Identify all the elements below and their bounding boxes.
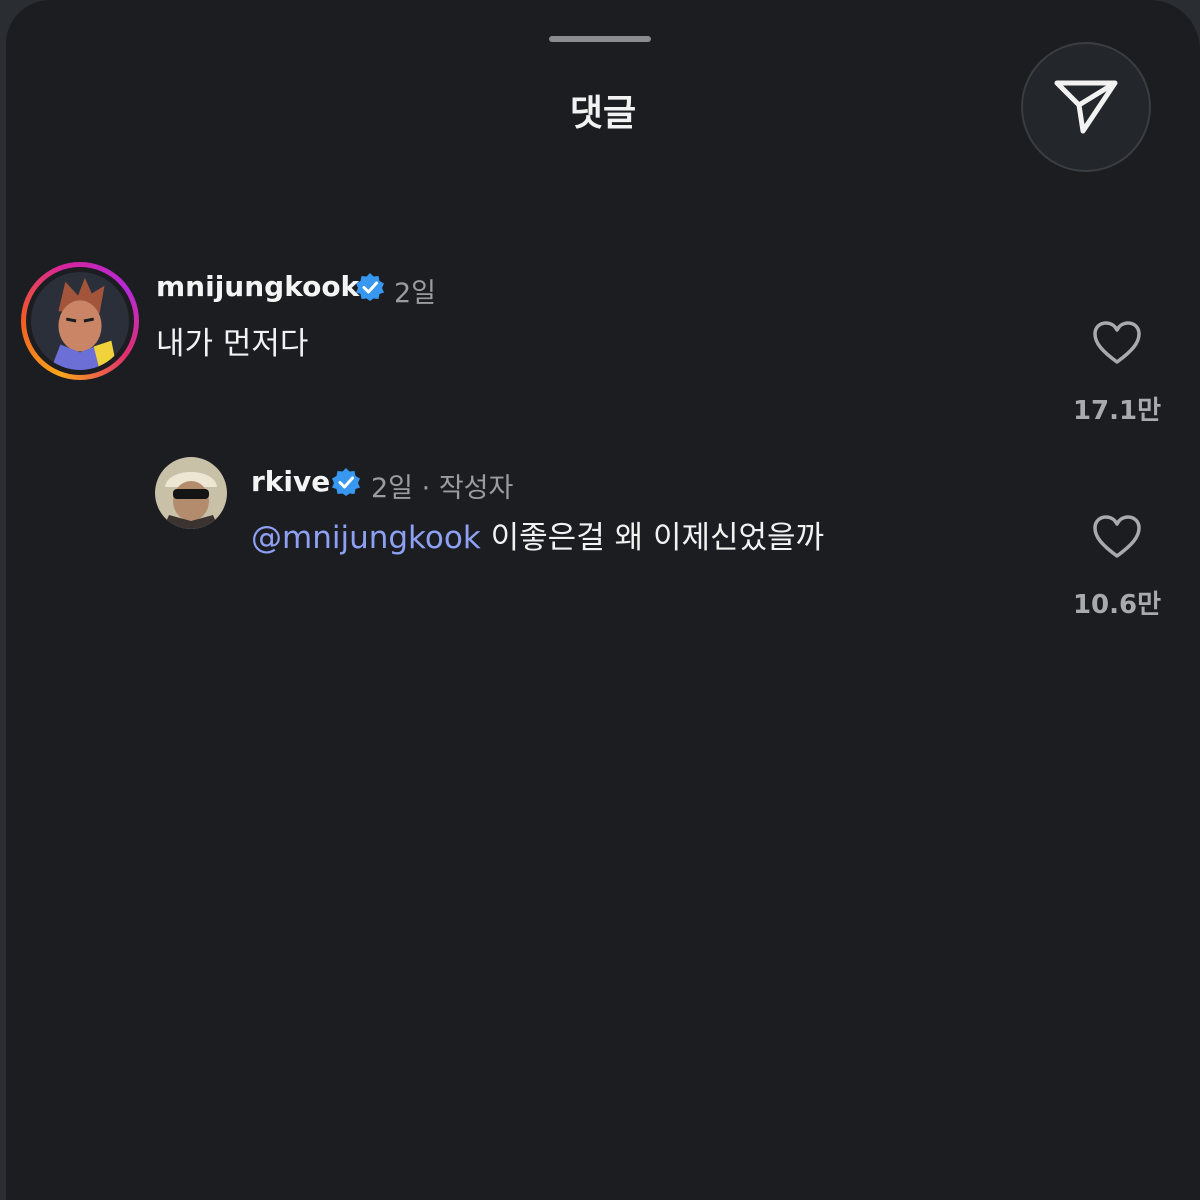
verified-badge-icon xyxy=(332,468,360,496)
verified-badge-icon xyxy=(356,273,384,301)
comment-username[interactable]: mnijungkook xyxy=(156,270,359,303)
mention-link[interactable]: @mnijungkook xyxy=(251,520,481,556)
like-count: 17.1만 xyxy=(1072,396,1162,426)
reply-username[interactable]: rkive xyxy=(251,465,330,498)
comment-text: 내가 먼저다 xyxy=(156,326,309,362)
heart-icon[interactable] xyxy=(1092,320,1142,366)
share-button[interactable] xyxy=(1021,42,1151,172)
reply-meta: 2일 · 작성자 xyxy=(371,466,513,505)
reply-text-line: @mnijungkook 이좋은걸 왜 이제신었을까 xyxy=(251,512,824,557)
send-icon xyxy=(1054,80,1118,134)
comments-sheet: 댓글 mnijungkook 2일 내가 먼저다 17.1만 rkive 2일 … xyxy=(6,0,1200,1200)
avatar-image xyxy=(155,457,227,529)
meta-separator: · xyxy=(421,473,431,504)
drag-handle[interactable] xyxy=(549,36,651,42)
reply-time: 2일 xyxy=(371,473,414,504)
heart-icon[interactable] xyxy=(1092,514,1142,560)
reply-text: 이좋은걸 왜 이제신었을까 xyxy=(490,520,825,556)
like-count: 10.6만 xyxy=(1072,590,1162,620)
comment-time: 2일 xyxy=(394,278,437,309)
avatar-image xyxy=(31,272,129,370)
author-tag: 작성자 xyxy=(438,473,514,504)
avatar[interactable] xyxy=(155,457,227,529)
avatar[interactable] xyxy=(21,262,139,380)
